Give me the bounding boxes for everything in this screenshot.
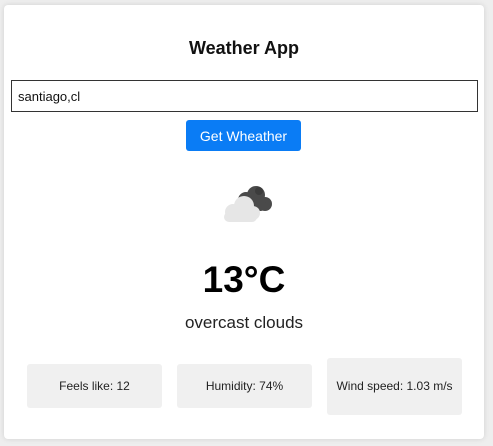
city-search-input[interactable] xyxy=(11,80,478,112)
feels-like-stat: Feels like: 12 xyxy=(27,364,162,408)
app-title: Weather App xyxy=(188,38,299,58)
overcast-clouds-icon xyxy=(224,186,272,222)
humidity-stat: Humidity: 74% xyxy=(177,364,312,408)
wind-speed-stat: Wind speed: 1.03 m/s xyxy=(327,358,462,415)
temperature-value: 13°C xyxy=(202,259,286,300)
get-weather-button[interactable]: Get Wheather xyxy=(186,120,301,151)
weather-card: Weather App Get Wheather 13°C overcast c… xyxy=(4,5,484,439)
weather-description: overcast clouds xyxy=(184,313,304,332)
